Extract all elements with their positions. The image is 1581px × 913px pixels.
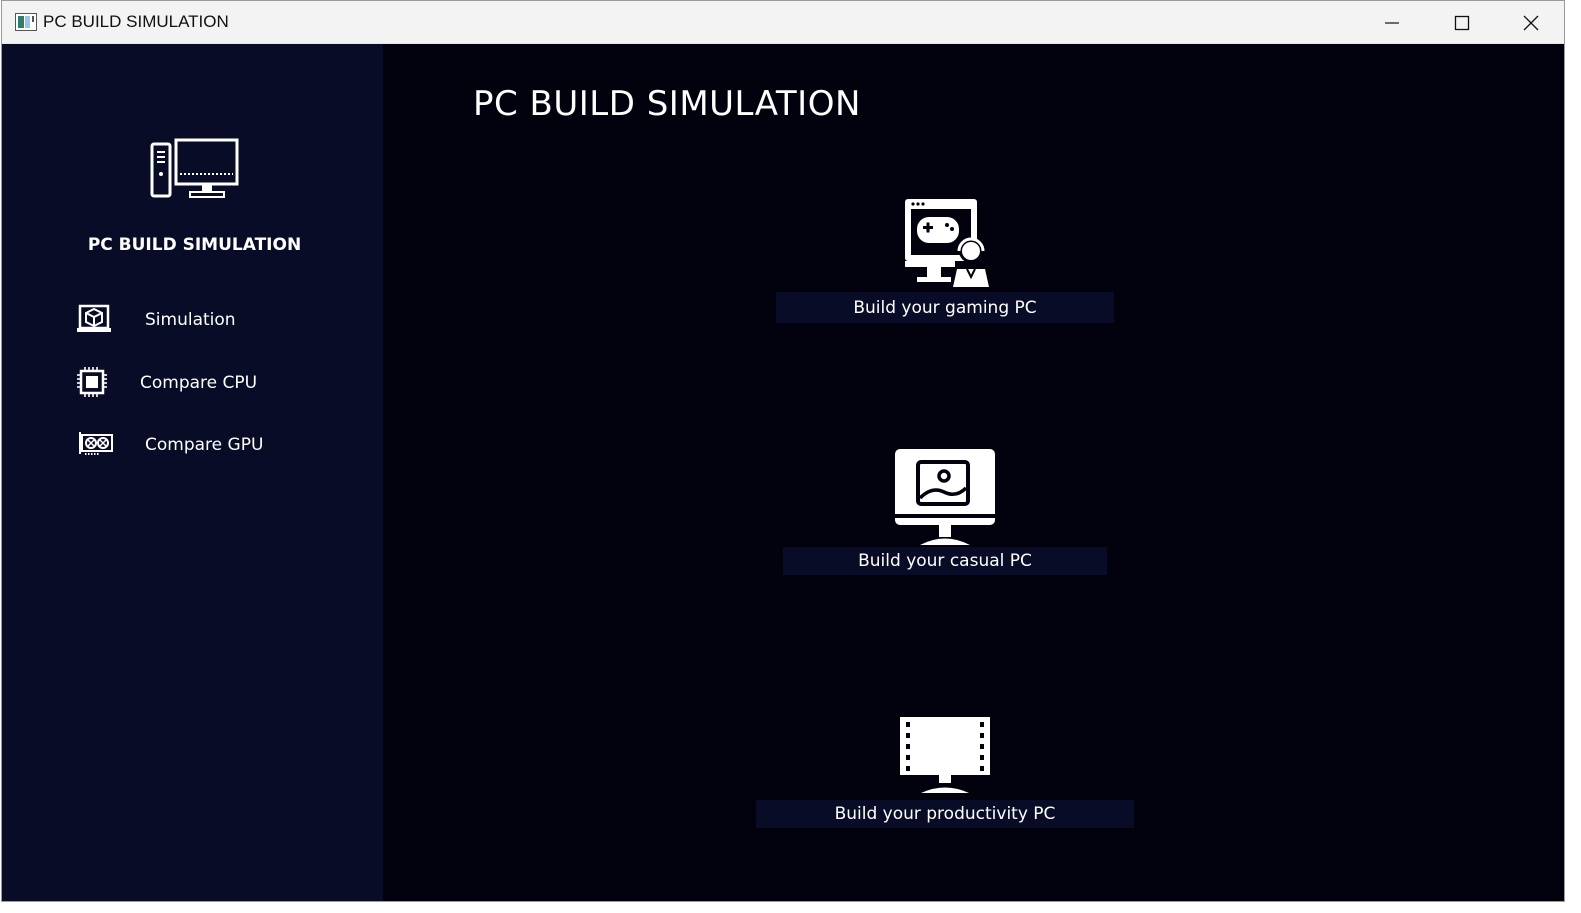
- sidebar-item-compare-cpu[interactable]: Compare CPU: [2, 359, 383, 407]
- gamer-monitor-icon[interactable]: [901, 195, 989, 287]
- sidebar-item-label: Compare GPU: [145, 435, 264, 455]
- sidebar-title: PC BUILD SIMULATION: [87, 235, 302, 255]
- film-monitor-icon[interactable]: [899, 716, 991, 794]
- minimize-icon: [1385, 22, 1399, 24]
- maximize-button[interactable]: [1427, 1, 1497, 44]
- page-title: PC BUILD SIMULATION: [473, 84, 861, 124]
- cpu-chip-icon: [77, 367, 107, 397]
- sidebar-item-label: Compare CPU: [140, 373, 258, 393]
- casual-pc-button[interactable]: Build your casual PC: [783, 547, 1107, 575]
- sidebar-item-label: Simulation: [145, 310, 236, 330]
- main-content: PC BUILD SIMULATION Build your gaming PC…: [383, 44, 1564, 901]
- close-icon: [1523, 15, 1539, 31]
- title-bar[interactable]: PC BUILD SIMULATION: [2, 1, 1564, 44]
- close-button[interactable]: [1496, 1, 1566, 44]
- laptop-box-icon: [77, 304, 111, 332]
- sidebar-item-compare-gpu[interactable]: Compare GPU: [2, 421, 383, 469]
- graphics-card-icon: [79, 432, 113, 455]
- app-window: PC BUILD SIMULATION PC BUILD SIMULATION …: [1, 0, 1565, 902]
- image-monitor-icon[interactable]: [894, 448, 996, 546]
- maximize-icon: [1454, 15, 1470, 31]
- desktop-computer-icon: [150, 138, 239, 198]
- sidebar-item-simulation[interactable]: Simulation: [2, 296, 383, 344]
- gaming-pc-button[interactable]: Build your gaming PC: [776, 292, 1114, 323]
- app-icon: [15, 13, 37, 31]
- minimize-button[interactable]: [1357, 1, 1427, 44]
- sidebar: PC BUILD SIMULATION Simulation Compare C…: [2, 44, 383, 901]
- window-title: PC BUILD SIMULATION: [43, 12, 229, 31]
- productivity-pc-button[interactable]: Build your productivity PC: [756, 800, 1134, 828]
